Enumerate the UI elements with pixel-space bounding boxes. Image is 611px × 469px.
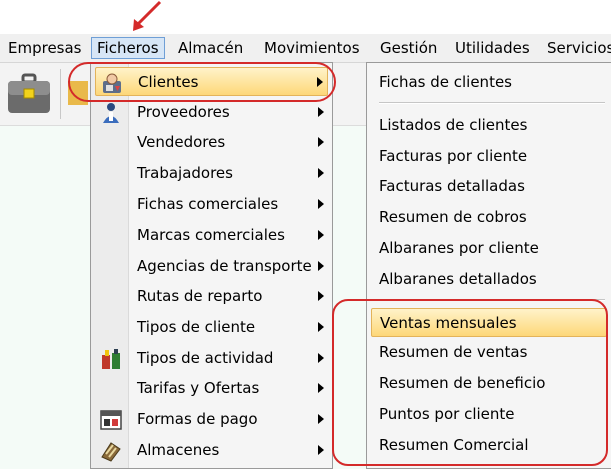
annotation-arrow-icon (133, 0, 162, 31)
